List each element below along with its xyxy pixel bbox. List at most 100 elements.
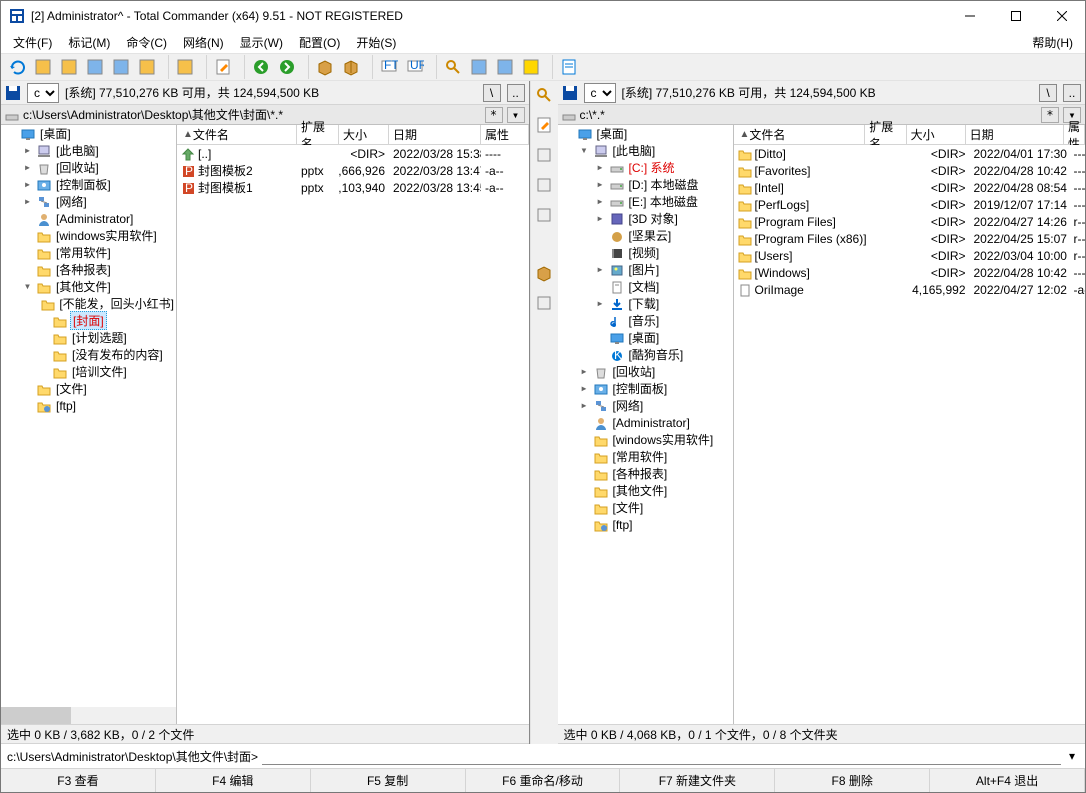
- right-root-button[interactable]: \: [1039, 84, 1057, 102]
- expand-icon[interactable]: ▸: [594, 263, 607, 276]
- tree-node[interactable]: ▾[其他文件]: [1, 278, 176, 295]
- menu-item[interactable]: 文件(F): [5, 34, 60, 52]
- tree-node[interactable]: [培训文件]: [1, 363, 176, 380]
- notepad-button[interactable]: [557, 55, 581, 79]
- file-row[interactable]: [Favorites]<DIR>2022/04/28 10:42----: [734, 162, 1086, 179]
- tree-node[interactable]: ▸[网络]: [1, 193, 176, 210]
- tree-node[interactable]: ▸[控制面板]: [1, 176, 176, 193]
- tree-node[interactable]: ▸[3D 对象]: [558, 210, 733, 227]
- tree-node[interactable]: [常用软件]: [1, 244, 176, 261]
- tree-node[interactable]: ▸[回收站]: [1, 159, 176, 176]
- tree-node[interactable]: [计划选题]: [1, 329, 176, 346]
- right-columns[interactable]: ▲文件名 扩展名 大小 日期 属性: [734, 125, 1086, 145]
- copy-names-button[interactable]: [519, 55, 543, 79]
- view-thumb-button[interactable]: [83, 55, 107, 79]
- expand-icon[interactable]: ▸: [594, 161, 607, 174]
- tree-node[interactable]: [没有发布的内容]: [1, 346, 176, 363]
- swap-panels-button[interactable]: [173, 55, 197, 79]
- menu-item[interactable]: 配置(O): [291, 34, 348, 52]
- tree-node[interactable]: ▸[此电脑]: [1, 142, 176, 159]
- tree-node[interactable]: [文件]: [558, 499, 733, 516]
- file-row[interactable]: [Users]<DIR>2022/03/04 10:00r---: [734, 247, 1086, 264]
- expand-icon[interactable]: ▸: [21, 178, 34, 191]
- tree-node[interactable]: K[酷狗音乐]: [558, 346, 733, 363]
- expand-icon[interactable]: ▸: [594, 195, 607, 208]
- left-root-button[interactable]: \: [483, 84, 501, 102]
- expand-icon[interactable]: ▸: [594, 297, 607, 310]
- expand-icon[interactable]: ▸: [21, 161, 34, 174]
- right-drive-select[interactable]: c: [584, 83, 616, 103]
- left-columns[interactable]: ▲文件名 扩展名 大小 日期 属性: [177, 125, 529, 145]
- tree-node[interactable]: [ftp]: [558, 516, 733, 533]
- hex-icon[interactable]: [534, 145, 554, 165]
- expand-icon[interactable]: ▸: [21, 144, 34, 157]
- tree-node[interactable]: [其他文件]: [558, 482, 733, 499]
- tree-node[interactable]: ▸[C:] 系统: [558, 159, 733, 176]
- right-tree[interactable]: [桌面]▾[此电脑]▸[C:] 系统▸[D:] 本地磁盘▸[E:] 本地磁盘▸[…: [558, 125, 734, 724]
- right-pathbar[interactable]: c:\*.* * ▾: [558, 105, 1086, 125]
- maximize-button[interactable]: [993, 1, 1039, 31]
- right-fav-button[interactable]: *: [1041, 107, 1059, 123]
- file-row[interactable]: [PerfLogs]<DIR>2019/12/07 17:14----: [734, 196, 1086, 213]
- tree-node[interactable]: [各种报表]: [1, 261, 176, 278]
- left-tree-scrollbar[interactable]: [1, 707, 176, 724]
- view-custom-button[interactable]: [135, 55, 159, 79]
- tree-node[interactable]: ▸[图片]: [558, 261, 733, 278]
- page-icon[interactable]: [534, 205, 554, 225]
- left-hist-button[interactable]: ▾: [507, 107, 525, 123]
- file-row[interactable]: [Program Files]<DIR>2022/04/27 14:26r---: [734, 213, 1086, 230]
- left-drive-select[interactable]: c: [27, 83, 59, 103]
- search-button[interactable]: [441, 55, 465, 79]
- cmd-history-button[interactable]: ▾: [1065, 749, 1079, 763]
- tree-node[interactable]: [坚果云]: [558, 227, 733, 244]
- tree-node[interactable]: [封面]: [1, 312, 176, 329]
- file-row[interactable]: [Program Files (x86)]<DIR>2022/04/25 15:…: [734, 230, 1086, 247]
- tree-node[interactable]: [windows实用软件]: [1, 227, 176, 244]
- ftp-button[interactable]: FTP: [377, 55, 401, 79]
- left-up-button[interactable]: ..: [507, 84, 525, 102]
- fkey-button[interactable]: F8 删除: [775, 769, 930, 792]
- menu-item[interactable]: 显示(W): [232, 34, 291, 52]
- right-up-button[interactable]: ..: [1063, 84, 1081, 102]
- left-pathbar[interactable]: c:\Users\Administrator\Desktop\其他文件\封面\*…: [1, 105, 529, 125]
- nav-back-button[interactable]: [249, 55, 273, 79]
- fkey-button[interactable]: F4 编辑: [156, 769, 311, 792]
- fkey-button[interactable]: Alt+F4 退出: [930, 769, 1085, 792]
- left-filelist[interactable]: ▲文件名 扩展名 大小 日期 属性 [..]<DIR>2022/03/28 15…: [177, 125, 529, 724]
- file-row[interactable]: OriImage4,165,9922022/04/27 12:02-a--: [734, 281, 1086, 298]
- close-button[interactable]: [1039, 1, 1085, 31]
- expand-icon[interactable]: ▸: [594, 178, 607, 191]
- left-tree[interactable]: [桌面]▸[此电脑]▸[回收站]▸[控制面板]▸[网络][Administrat…: [1, 125, 177, 724]
- tree-node[interactable]: ▸[回收站]: [558, 363, 733, 380]
- refresh-button[interactable]: [5, 55, 29, 79]
- view-tree-button[interactable]: [109, 55, 133, 79]
- tree-node[interactable]: [桌面]: [1, 125, 176, 142]
- menu-item[interactable]: 命令(C): [118, 34, 175, 52]
- fkey-button[interactable]: F3 查看: [1, 769, 156, 792]
- tree-node[interactable]: [桌面]: [558, 125, 733, 142]
- tree-node[interactable]: [常用软件]: [558, 448, 733, 465]
- file-row[interactable]: P封图模板2pptx1,666,9262022/03/28 13:47-a--: [177, 162, 529, 179]
- cmd-input[interactable]: [262, 747, 1061, 765]
- menu-help[interactable]: 帮助(H): [1024, 32, 1081, 53]
- sync-dirs-button[interactable]: [493, 55, 517, 79]
- tree-node[interactable]: ▸[D:] 本地磁盘: [558, 176, 733, 193]
- menu-item[interactable]: 开始(S): [348, 34, 404, 52]
- file-row[interactable]: [Intel]<DIR>2022/04/28 08:54----: [734, 179, 1086, 196]
- expand-icon[interactable]: ▾: [21, 280, 34, 293]
- menu-item[interactable]: 网络(N): [175, 34, 232, 52]
- url-button[interactable]: URL: [403, 55, 427, 79]
- pack-icon[interactable]: [534, 263, 554, 283]
- book-icon[interactable]: [534, 175, 554, 195]
- right-filelist[interactable]: ▲文件名 扩展名 大小 日期 属性 [Ditto]<DIR>2022/04/01…: [734, 125, 1086, 724]
- edit-icon[interactable]: [534, 115, 554, 135]
- tree-node[interactable]: [桌面]: [558, 329, 733, 346]
- tree-node[interactable]: [文件]: [1, 380, 176, 397]
- expand-icon[interactable]: ▸: [578, 382, 591, 395]
- tree-node[interactable]: ▾[此电脑]: [558, 142, 733, 159]
- tree-node[interactable]: [Administrator]: [1, 210, 176, 227]
- add-icon[interactable]: [534, 293, 554, 313]
- tree-node[interactable]: [文档]: [558, 278, 733, 295]
- tree-node[interactable]: ▸[控制面板]: [558, 380, 733, 397]
- fkey-button[interactable]: F6 重命名/移动: [466, 769, 621, 792]
